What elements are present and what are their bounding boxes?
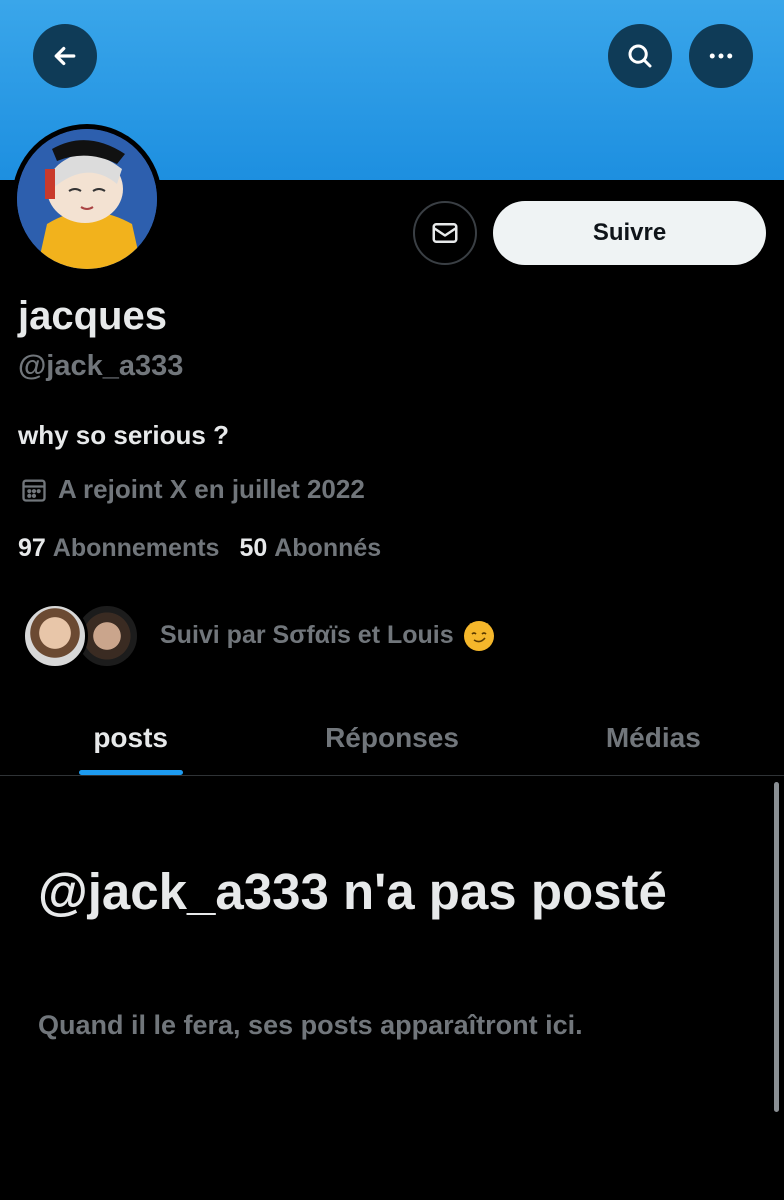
back-button[interactable]	[33, 24, 97, 88]
join-date: A rejoint X en juillet 2022	[20, 474, 365, 505]
followers-link[interactable]: 50 Abonnés	[239, 534, 381, 563]
followers-count: 50	[239, 534, 268, 562]
arrow-left-icon	[54, 46, 76, 66]
tab-posts[interactable]: posts	[0, 700, 261, 775]
follower-avatar	[22, 603, 88, 669]
envelope-icon	[432, 223, 458, 243]
tab-media[interactable]: Médias	[523, 700, 784, 775]
search-button[interactable]	[608, 24, 672, 88]
following-link[interactable]: 97 Abonnements	[18, 534, 219, 563]
search-icon	[628, 44, 652, 68]
following-count: 97	[18, 534, 46, 562]
more-icon	[709, 53, 733, 59]
following-label: Abonnements	[52, 534, 220, 562]
followers-label: Abonnés	[274, 534, 382, 562]
avatar	[17, 129, 157, 269]
follow-button[interactable]: Suivre	[493, 201, 766, 265]
more-options-button[interactable]	[689, 24, 753, 88]
scrollbar[interactable]	[774, 782, 779, 1112]
followed-by-row[interactable]: Suivi par Sσfαïs et Louis	[22, 603, 494, 669]
followed-by-text: Suivi par Sσfαïs et Louis	[160, 621, 494, 652]
calendar-icon	[22, 479, 46, 502]
empty-state-title: @jack_a333 n'a pas posté	[38, 863, 667, 920]
follow-stats: 97 Abonnements 50 Abonnés	[18, 534, 381, 563]
smirking-cat-icon	[463, 621, 494, 652]
tab-replies[interactable]: Réponses	[261, 700, 522, 775]
message-button[interactable]	[413, 201, 477, 265]
profile-tabs: posts Réponses Médias	[0, 700, 784, 776]
user-handle: @jack_a333	[18, 350, 184, 382]
display-name: jacques	[18, 294, 167, 338]
avatar-frame[interactable]	[12, 124, 162, 274]
active-tab-indicator	[78, 770, 183, 775]
join-date-text: A rejoint X en juillet 2022	[58, 474, 365, 504]
user-bio: why so serious ?	[18, 420, 229, 450]
empty-state-subtitle: Quand il le fera, ses posts apparaîtront…	[38, 1010, 583, 1040]
